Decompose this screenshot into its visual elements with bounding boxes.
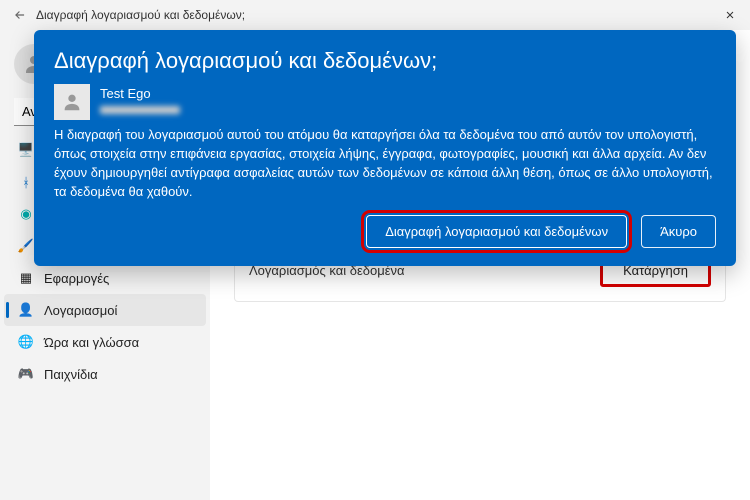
cancel-button[interactable]: Άκυρο [641,215,716,248]
bluetooth-icon: ᚼ [18,174,34,190]
close-icon[interactable] [718,3,742,27]
brush-icon: 🖌️ [18,238,34,254]
dialog-user-name: Test Ego [100,86,180,101]
sidebar-item-label: Παιχνίδια [44,367,98,382]
delete-account-dialog: Διαγραφή λογαριασμού και δεδομένων; Test… [34,30,736,266]
sidebar-item-time[interactable]: 🌐 Ώρα και γλώσσα [4,326,206,358]
apps-icon: ▦ [18,270,34,286]
display-icon: 🖥️ [18,142,34,158]
window-title: Διαγραφή λογαριασμού και δεδομένων; [36,8,718,22]
dialog-body-text: Η διαγραφή του λογαριασμού αυτού του ατό… [54,126,716,201]
sidebar-item-label: Εφαρμογές [44,271,109,286]
dialog-user-avatar-icon [54,84,90,120]
back-icon[interactable] [8,3,32,27]
dialog-title: Διαγραφή λογαριασμού και δεδομένων; [54,48,716,74]
globe-icon: 🌐 [18,334,34,350]
person-icon: 👤 [18,302,34,318]
confirm-delete-button[interactable]: Διαγραφή λογαριασμού και δεδομένων [366,215,627,248]
sidebar-item-label: Λογαριασμοί [44,303,117,318]
sidebar-item-apps[interactable]: ▦ Εφαρμογές [4,262,206,294]
sidebar-item-gaming[interactable]: 🎮 Παιχνίδια [4,358,206,390]
sidebar-item-label: Ώρα και γλώσσα [44,335,139,350]
game-icon: 🎮 [18,366,34,382]
wifi-icon: ◉ [18,206,34,222]
sidebar-item-accounts[interactable]: 👤 Λογαριασμοί [4,294,206,326]
